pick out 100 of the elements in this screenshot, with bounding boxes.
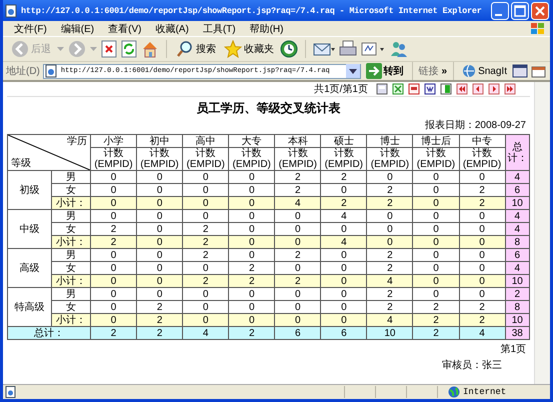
first-page-icon[interactable] bbox=[456, 83, 468, 95]
table-cell: 2 bbox=[366, 248, 413, 262]
row-label: 男 bbox=[51, 210, 90, 222]
table-cell: 0 bbox=[136, 288, 183, 300]
pdf-icon[interactable] bbox=[408, 83, 420, 95]
table-cell: 2 bbox=[459, 314, 506, 326]
column-header: 博士后 bbox=[412, 134, 459, 148]
links-label[interactable]: 链接 bbox=[418, 64, 439, 78]
table-cell: 2 bbox=[182, 236, 229, 248]
table-cell: 2 bbox=[366, 288, 413, 300]
menu-item[interactable]: 收藏(A) bbox=[148, 22, 196, 36]
zone-label: Internet bbox=[463, 387, 506, 397]
vertical-scrollbar[interactable] bbox=[534, 82, 550, 384]
spreadsheet-icon[interactable] bbox=[392, 83, 404, 95]
table-cell: 0 bbox=[228, 314, 275, 326]
table-cell: 2 bbox=[412, 326, 459, 340]
table-cell: 0 bbox=[228, 288, 275, 300]
table-cell: 0 bbox=[136, 196, 183, 210]
table-cell: 0 bbox=[366, 210, 413, 222]
table-cell: 0 bbox=[366, 170, 413, 184]
people-icon[interactable] bbox=[389, 40, 409, 58]
go-button[interactable]: 转到 bbox=[364, 63, 406, 79]
table-cell: 0 bbox=[274, 236, 321, 248]
table-cell: 0 bbox=[90, 274, 137, 288]
column-header: 中专 bbox=[459, 134, 506, 148]
table-cell: 4 bbox=[274, 196, 321, 210]
row-label: 小计： bbox=[51, 314, 90, 326]
table-cell: 0 bbox=[412, 170, 459, 184]
favorites-button[interactable]: 收藏夹 bbox=[222, 40, 276, 58]
table-cell: 2 bbox=[274, 248, 321, 262]
print-icon[interactable] bbox=[376, 83, 388, 95]
row-label: 小计： bbox=[51, 236, 90, 248]
page-icon bbox=[4, 4, 18, 18]
home-icon[interactable] bbox=[141, 40, 159, 58]
table-cell: 0 bbox=[228, 170, 275, 184]
table-cell: 0 bbox=[320, 274, 367, 288]
table-cell: 2 bbox=[182, 248, 229, 262]
snagit-button[interactable]: SnagIt bbox=[460, 64, 509, 78]
table-cell: 2 bbox=[228, 326, 275, 340]
minimize-icon[interactable] bbox=[491, 2, 509, 20]
report-title: 员工学历、等级交叉统计表 bbox=[196, 100, 342, 117]
table-cell: 0 bbox=[90, 196, 137, 210]
stop-icon[interactable] bbox=[101, 40, 117, 58]
column-header: 博士 bbox=[366, 134, 413, 148]
table-cell: 0 bbox=[274, 314, 321, 326]
table-cell: 0 bbox=[320, 248, 367, 262]
export-icon[interactable] bbox=[440, 83, 452, 95]
window-icon[interactable] bbox=[512, 64, 528, 78]
column-header: 本科 bbox=[274, 134, 321, 148]
table-cell: 4 bbox=[320, 210, 367, 222]
row-group-label: 中级 bbox=[8, 210, 52, 248]
refresh-icon[interactable] bbox=[121, 40, 137, 58]
table-cell: 2 bbox=[136, 314, 183, 326]
table-cell: 0 bbox=[412, 248, 459, 262]
page-info: 共1页/第1页 bbox=[314, 82, 368, 96]
previous-page-icon[interactable] bbox=[472, 83, 484, 95]
row-label: 男 bbox=[51, 288, 90, 300]
row-label: 小计： bbox=[51, 274, 90, 288]
table-cell: 0 bbox=[459, 210, 506, 222]
row-axis-label: 等级 bbox=[11, 158, 31, 169]
table-cell: 2 bbox=[228, 274, 275, 288]
menu-item[interactable]: 帮助(H) bbox=[242, 22, 290, 36]
search-icon bbox=[176, 40, 194, 58]
more-links-chevron[interactable]: » bbox=[442, 66, 448, 76]
column-header: 硕士 bbox=[320, 134, 367, 148]
menu-item[interactable]: 编辑(E) bbox=[54, 22, 102, 36]
grand-total-label: 总计： bbox=[8, 326, 90, 340]
column-axis-label: 学历 bbox=[67, 136, 87, 147]
menu-item[interactable]: 工具(T) bbox=[196, 22, 243, 36]
document-icon[interactable] bbox=[424, 83, 436, 95]
menu-item[interactable]: 文件(F) bbox=[7, 22, 54, 36]
maximize-icon[interactable] bbox=[511, 2, 529, 20]
table-cell: 0 bbox=[90, 170, 137, 184]
table-cell: 0 bbox=[228, 210, 275, 222]
row-group-label: 初级 bbox=[8, 170, 52, 210]
printer-icon[interactable] bbox=[339, 40, 357, 58]
page-icon bbox=[5, 386, 17, 398]
table-cell: 6 bbox=[320, 326, 367, 340]
table-cell: 0 bbox=[366, 236, 413, 248]
last-page-icon[interactable] bbox=[504, 83, 516, 95]
close-icon[interactable] bbox=[531, 2, 549, 20]
table-cell: 10 bbox=[366, 326, 413, 340]
column-header: 大专 bbox=[228, 134, 275, 148]
column-subheader: 计数(EMPID) bbox=[136, 148, 183, 170]
table-cell: 0 bbox=[228, 236, 275, 248]
table-cell: 2 bbox=[366, 196, 413, 210]
column-subheader: 计数(EMPID) bbox=[274, 148, 321, 170]
search-button[interactable]: 搜索 bbox=[174, 40, 218, 58]
calendar-icon[interactable] bbox=[531, 64, 547, 78]
table-cell: 0 bbox=[459, 170, 506, 184]
table-cell: 0 bbox=[136, 210, 183, 222]
globe-icon bbox=[462, 64, 476, 78]
edit-page-icon[interactable] bbox=[361, 40, 385, 58]
next-page-icon[interactable] bbox=[488, 83, 500, 95]
table-cell: 0 bbox=[90, 288, 137, 300]
table-cell: 0 bbox=[136, 248, 183, 262]
history-icon[interactable] bbox=[280, 40, 298, 58]
column-header: 高中 bbox=[182, 134, 229, 148]
table-cell: 0 bbox=[459, 236, 506, 248]
menu-item[interactable]: 查看(V) bbox=[101, 22, 148, 36]
